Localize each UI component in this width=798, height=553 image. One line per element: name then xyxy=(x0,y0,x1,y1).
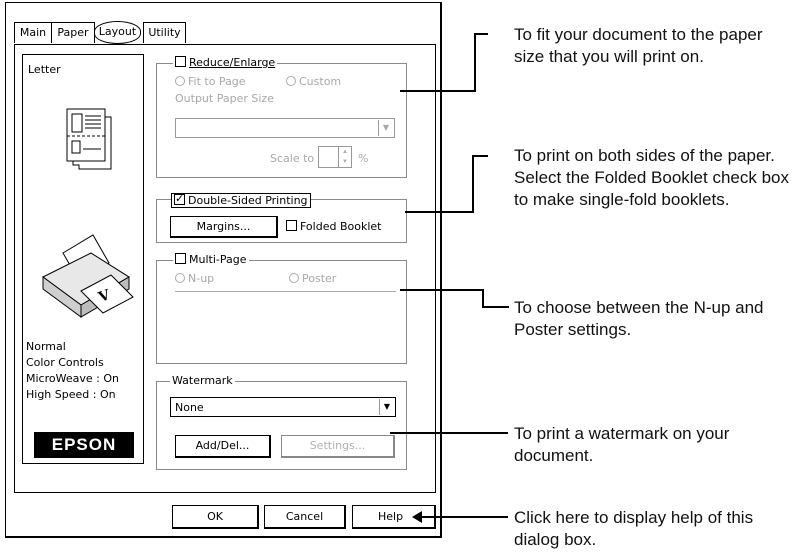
callout-multi-page: To choose between the N-up and Poster se… xyxy=(514,298,764,339)
folded-booklet-checkbox[interactable]: Folded Booklet xyxy=(286,220,381,233)
status-list: Normal Color Controls MicroWeave : On Hi… xyxy=(26,339,119,403)
reduce-enlarge-checkbox[interactable]: Reduce/Enlarge xyxy=(173,56,278,69)
callout-1-leader xyxy=(474,33,488,35)
paper-size-label: Letter xyxy=(28,63,61,76)
cancel-button[interactable]: Cancel xyxy=(264,505,346,529)
add-del-button[interactable]: Add/Del... xyxy=(175,435,271,458)
watermark-value: None xyxy=(175,401,204,414)
callout-2-leader-v xyxy=(472,155,474,213)
callout-5-leader xyxy=(420,516,508,518)
poster-radio[interactable]: Poster xyxy=(289,272,336,285)
callout-double-sided: To print on both sides of the paper. Sel… xyxy=(514,146,789,209)
margins-button[interactable]: Margins... xyxy=(170,216,278,238)
chevron-down-icon: ▼ xyxy=(378,120,393,136)
scale-spinner[interactable]: ▲ ▼ xyxy=(338,147,351,167)
multi-page-check-icon[interactable] xyxy=(175,253,186,264)
folded-booklet-check-icon[interactable] xyxy=(286,220,297,231)
page-preview-icon xyxy=(66,108,112,170)
double-sided-checkbox[interactable]: Double-Sided Printing xyxy=(171,192,311,208)
folded-booklet-label: Folded Booklet xyxy=(300,220,382,233)
reduce-enlarge-label: Reduce/Enlarge xyxy=(189,56,276,69)
callout-4-leader xyxy=(390,432,508,434)
callout-2-leader-h xyxy=(405,211,474,213)
output-paper-size-select[interactable]: ▼ xyxy=(175,118,395,138)
multi-page-label: Multi-Page xyxy=(189,253,247,266)
preview-pane: Letter V Normal Color Controls MicroWeav… xyxy=(22,54,144,464)
double-sided-label: Double-Sided Printing xyxy=(188,194,308,207)
ok-button[interactable]: OK xyxy=(172,505,259,529)
multi-page-divider xyxy=(175,291,396,292)
scale-unit: % xyxy=(358,152,369,165)
callout-reduce-enlarge: To fit your document to the paper size t… xyxy=(514,25,763,66)
n-up-radio[interactable]: N-up xyxy=(175,272,214,285)
double-sided-check-icon[interactable] xyxy=(174,192,185,205)
arrow-left-icon xyxy=(412,511,422,523)
callout-3-leader-h xyxy=(482,306,509,308)
status-quality: Normal xyxy=(26,340,66,353)
watermark-select[interactable]: None ▼ xyxy=(170,397,396,417)
callout-1-leader-v xyxy=(474,33,476,91)
multi-page-checkbox[interactable]: Multi-Page xyxy=(173,253,249,266)
callout-2-leader xyxy=(472,155,488,157)
scale-input[interactable]: ▲ ▼ xyxy=(318,146,352,168)
tab-layout[interactable]: Layout xyxy=(94,21,141,44)
settings-button[interactable]: Settings... xyxy=(281,435,395,458)
reduce-enlarge-check-icon[interactable] xyxy=(175,56,186,67)
custom-radio[interactable]: Custom xyxy=(286,75,341,88)
callout-watermark: To print a watermark on your document. xyxy=(514,424,730,465)
scale-to-label: Scale to xyxy=(270,152,315,165)
watermark-label: Watermark xyxy=(170,374,235,387)
epson-logo: EPSON xyxy=(34,432,134,458)
callout-help: Click here to display help of this dialo… xyxy=(514,508,754,549)
fit-to-page-radio[interactable]: Fit to Page xyxy=(175,75,246,88)
output-paper-size-label: Output Paper Size xyxy=(175,92,274,105)
tab-main[interactable]: Main xyxy=(14,22,52,43)
status-microweave: MicroWeave : On xyxy=(26,372,119,385)
chevron-down-icon: ▼ xyxy=(379,399,394,415)
printer-icon: V xyxy=(42,234,134,318)
status-color: Color Controls xyxy=(26,356,104,369)
callout-3-leader xyxy=(400,289,484,291)
tab-paper[interactable]: Paper xyxy=(51,22,95,43)
status-highspeed: High Speed : On xyxy=(26,388,116,401)
tab-utility[interactable]: Utility xyxy=(143,22,186,43)
callout-1-leader-h xyxy=(400,90,476,92)
